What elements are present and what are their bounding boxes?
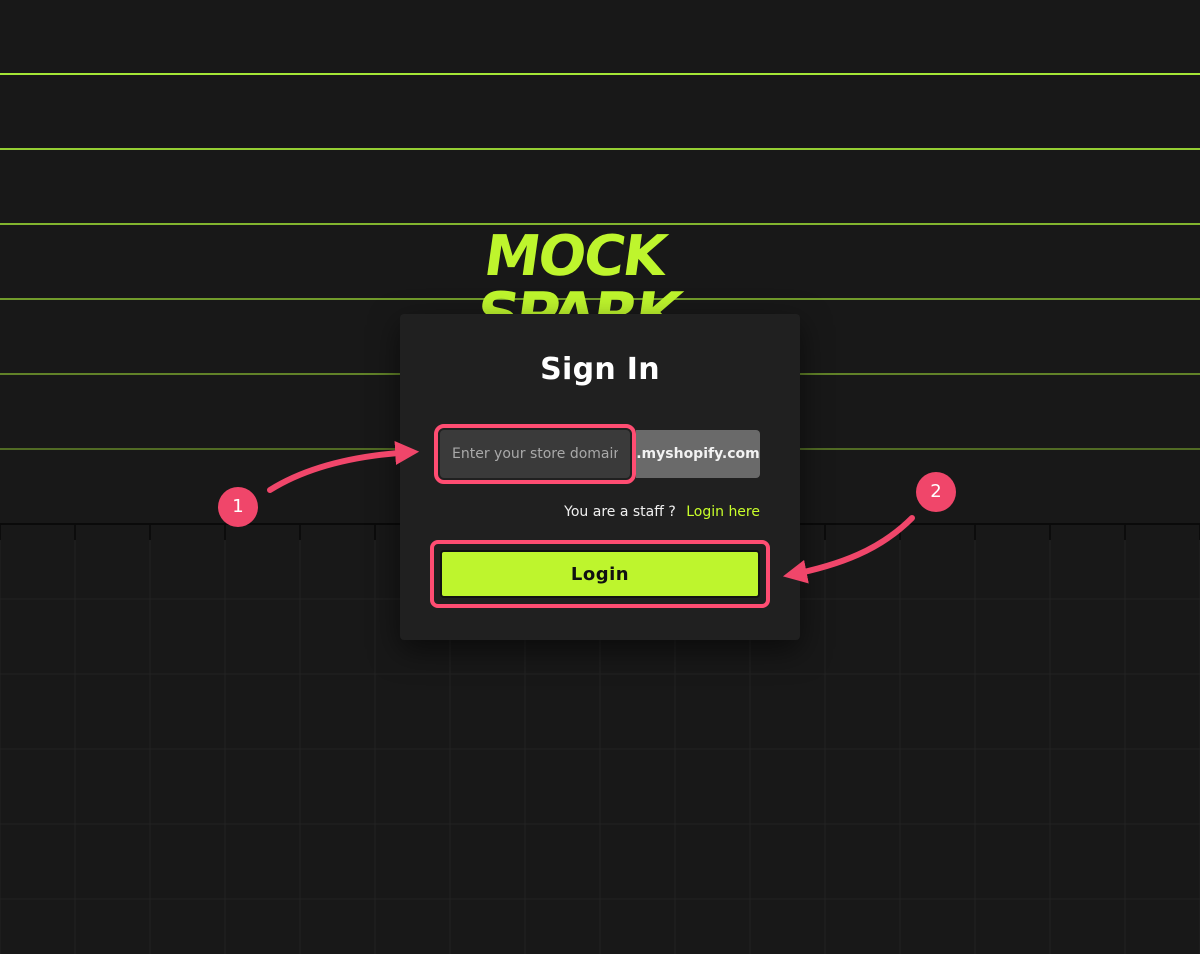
signin-card: Sign In .myshopify.com You are a staff ?… [400, 314, 800, 640]
signin-title: Sign In [540, 352, 660, 387]
login-button-highlight: Login [430, 540, 770, 608]
step-1-badge: 1 [218, 487, 258, 527]
logo-line-mock: MOCK [480, 224, 673, 289]
login-button[interactable]: Login [440, 550, 760, 598]
store-domain-field [434, 424, 636, 484]
staff-prompt: You are a staff ? [564, 504, 676, 520]
store-domain-input[interactable] [440, 430, 630, 478]
step-2-badge: 2 [916, 472, 956, 512]
domain-suffix: .myshopify.com [636, 430, 760, 478]
login-page: MOCK SPARK Sign In .myshopify.com You ar… [0, 0, 1200, 954]
staff-login-row: You are a staff ? Login here [564, 504, 760, 520]
staff-login-link[interactable]: Login here [686, 504, 760, 520]
